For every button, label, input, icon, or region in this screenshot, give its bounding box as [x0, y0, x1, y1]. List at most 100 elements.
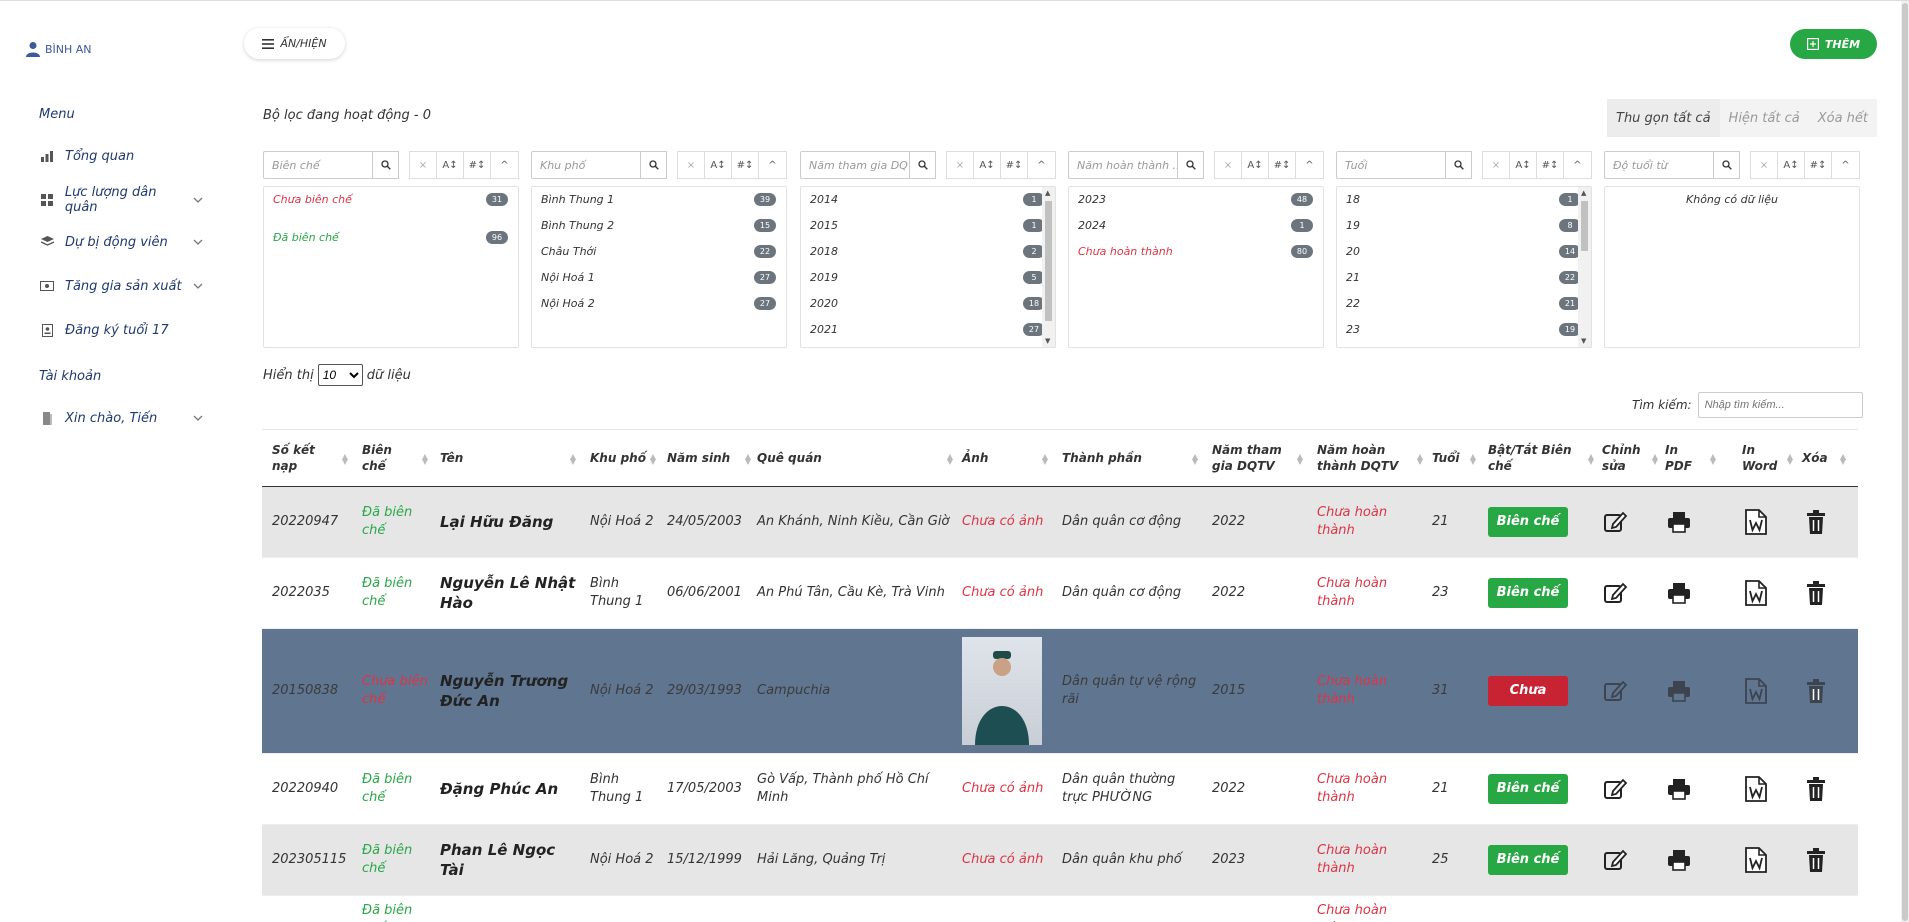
- edit-icon[interactable]: [1602, 775, 1630, 803]
- trash-icon[interactable]: [1802, 846, 1830, 874]
- scrollbar-thumb[interactable]: [1045, 201, 1052, 321]
- column-header[interactable]: Ảnh ▲ ▼: [962, 430, 1052, 488]
- filter-option[interactable]: 2018 2: [810, 242, 1045, 260]
- edit-icon[interactable]: [1602, 579, 1630, 607]
- column-header[interactable]: Thành phần ▲ ▼: [1062, 430, 1202, 488]
- filter-option[interactable]: 2023 48: [1078, 190, 1313, 208]
- trash-icon[interactable]: [1802, 508, 1830, 536]
- column-header[interactable]: Tên ▲ ▼: [440, 430, 580, 488]
- table-row[interactable]: 20220947 Đã biên chế Lại Hữu Đăng Nội Hoá 2…: [262, 487, 1858, 558]
- scroll-down-icon[interactable]: ▼: [1581, 337, 1586, 345]
- search-input[interactable]: [1697, 392, 1863, 418]
- collapse-filter-button[interactable]: ^: [1564, 152, 1591, 178]
- sort-alpha-button[interactable]: A↕: [1510, 152, 1537, 178]
- column-header[interactable]: Năm sinh ▲ ▼: [667, 430, 755, 488]
- sidebar-item-age17[interactable]: Đăng ký tuổi 17: [39, 318, 204, 342]
- print-pdf-icon[interactable]: [1665, 508, 1693, 536]
- column-header[interactable]: Số kết nạp ▲ ▼: [272, 430, 352, 488]
- filter-option[interactable]: Nội Hoá 1 27: [541, 268, 776, 286]
- sort-numeric-button[interactable]: #↕: [1805, 152, 1832, 178]
- filter-option[interactable]: Đã biên chế 96: [273, 228, 508, 246]
- brand-user[interactable]: BÌNH AN: [26, 41, 92, 57]
- column-header[interactable]: In PDF ▲ ▼: [1665, 430, 1720, 488]
- sidebar-item-reserve[interactable]: Dự bị động viên: [39, 230, 204, 254]
- column-header[interactable]: Năm tham gia DQTV ▲ ▼: [1212, 430, 1307, 488]
- scrollbar-thumb[interactable]: [1581, 201, 1588, 251]
- filter-search-input[interactable]: Năm tham gia DQ: [800, 151, 910, 179]
- filter-option[interactable]: 2024 1: [1078, 216, 1313, 234]
- filter-option[interactable]: Bình Thung 2 15: [541, 216, 776, 234]
- print-pdf-icon[interactable]: [1665, 579, 1693, 607]
- clear-filter-button[interactable]: ×: [1751, 152, 1778, 178]
- print-pdf-icon[interactable]: [1665, 775, 1693, 803]
- clear-filter-button[interactable]: ×: [410, 152, 437, 178]
- filter-option[interactable]: Nội Hoá 2 27: [541, 294, 776, 312]
- collapse-filter-button[interactable]: ^: [1028, 152, 1055, 178]
- print-pdf-icon[interactable]: [1665, 846, 1693, 874]
- column-header[interactable]: Bật/Tắt Biên chế ▲ ▼: [1488, 430, 1598, 488]
- column-header[interactable]: Biên chế ▲ ▼: [362, 430, 432, 488]
- filter-option[interactable]: 2014 1: [810, 190, 1045, 208]
- filter-option[interactable]: 2020 18: [810, 294, 1045, 312]
- filter-search-input[interactable]: Biên chế: [263, 151, 373, 179]
- sidebar-item-production[interactable]: Tăng gia sản xuất: [39, 274, 204, 298]
- filter-scrollbar[interactable]: ▲ ▼: [1578, 187, 1591, 347]
- sort-alpha-button[interactable]: A↕: [705, 152, 732, 178]
- edit-icon[interactable]: [1602, 677, 1630, 705]
- edit-icon[interactable]: [1602, 508, 1630, 536]
- clear-filter-button[interactable]: ×: [947, 152, 974, 178]
- filter-option[interactable]: Bình Thung 1 39: [541, 190, 776, 208]
- table-row[interactable]: 20150838 Chưa biên chế Nguyễn Trương Đức A…: [262, 629, 1858, 754]
- scroll-up-icon[interactable]: ▲: [1045, 189, 1050, 197]
- filter-option[interactable]: 19 8: [1346, 216, 1581, 234]
- search-icon[interactable]: [372, 151, 399, 179]
- trash-icon[interactable]: [1802, 677, 1830, 705]
- filter-option[interactable]: 2021 27: [810, 320, 1045, 338]
- word-file-icon[interactable]: [1742, 508, 1770, 536]
- clear-filter-button[interactable]: ×: [678, 152, 705, 178]
- sidebar-item-militia[interactable]: Lực lượng dân quân: [39, 185, 204, 215]
- search-icon[interactable]: [1445, 151, 1472, 179]
- table-row[interactable]: 20220940 Đã biên chế Đặng Phúc An Bình Thun…: [262, 754, 1858, 825]
- collapse-all-button[interactable]: Thu gọn tất cả: [1607, 99, 1720, 137]
- column-header[interactable]: Chỉnh sửa ▲ ▼: [1602, 430, 1662, 488]
- sort-alpha-button[interactable]: A↕: [437, 152, 464, 178]
- page-size-select[interactable]: 10: [317, 364, 363, 386]
- filter-option[interactable]: Châu Thới 22: [541, 242, 776, 260]
- clear-all-button[interactable]: Xóa hết: [1809, 99, 1877, 137]
- filter-option[interactable]: Chưa biên chế 31: [273, 190, 508, 208]
- filter-search-input[interactable]: Độ tuổi từ: [1604, 151, 1714, 179]
- sidebar-item-account[interactable]: Xin chào, Tiến: [39, 406, 204, 430]
- show-all-button[interactable]: Hiện tất cả: [1720, 99, 1809, 137]
- search-icon[interactable]: [1713, 151, 1740, 179]
- sort-numeric-button[interactable]: #↕: [1269, 152, 1296, 178]
- print-pdf-icon[interactable]: [1665, 677, 1693, 705]
- toggle-enlist-button[interactable]: Chưa: [1488, 676, 1568, 706]
- collapse-filter-button[interactable]: ^: [491, 152, 518, 178]
- collapse-filter-button[interactable]: ^: [1832, 152, 1859, 178]
- word-file-icon[interactable]: [1742, 677, 1770, 705]
- filter-option[interactable]: 20 14: [1346, 242, 1581, 260]
- trash-icon[interactable]: [1802, 579, 1830, 607]
- page-scrollbar[interactable]: [1901, 1, 1909, 922]
- edit-icon[interactable]: [1602, 846, 1630, 874]
- trash-icon[interactable]: [1802, 775, 1830, 803]
- word-file-icon[interactable]: [1742, 775, 1770, 803]
- sort-numeric-button[interactable]: #↕: [732, 152, 759, 178]
- filter-option[interactable]: 18 1: [1346, 190, 1581, 208]
- table-row[interactable]: 202305115 Đã biên chế Phan Lê Ngọc Tài Nội …: [262, 825, 1858, 896]
- search-icon[interactable]: [909, 151, 936, 179]
- column-header[interactable]: Tuổi ▲ ▼: [1432, 430, 1480, 488]
- filter-search-input[interactable]: Tuổi: [1336, 151, 1446, 179]
- filter-option[interactable]: Chưa hoàn thành 80: [1078, 242, 1313, 260]
- toggle-enlist-button[interactable]: Biên chế: [1488, 845, 1568, 875]
- table-row[interactable]: Đã biên chế Chưa hoàn thành: [262, 896, 1858, 922]
- sidebar-item-overview[interactable]: Tổng quan: [39, 144, 204, 168]
- filter-option[interactable]: 2019 5: [810, 268, 1045, 286]
- scroll-down-icon[interactable]: ▼: [1045, 337, 1050, 345]
- collapse-filter-button[interactable]: ^: [759, 152, 786, 178]
- collapse-filter-button[interactable]: ^: [1296, 152, 1323, 178]
- word-file-icon[interactable]: [1742, 846, 1770, 874]
- member-photo[interactable]: [962, 637, 1042, 745]
- search-icon[interactable]: [1177, 151, 1204, 179]
